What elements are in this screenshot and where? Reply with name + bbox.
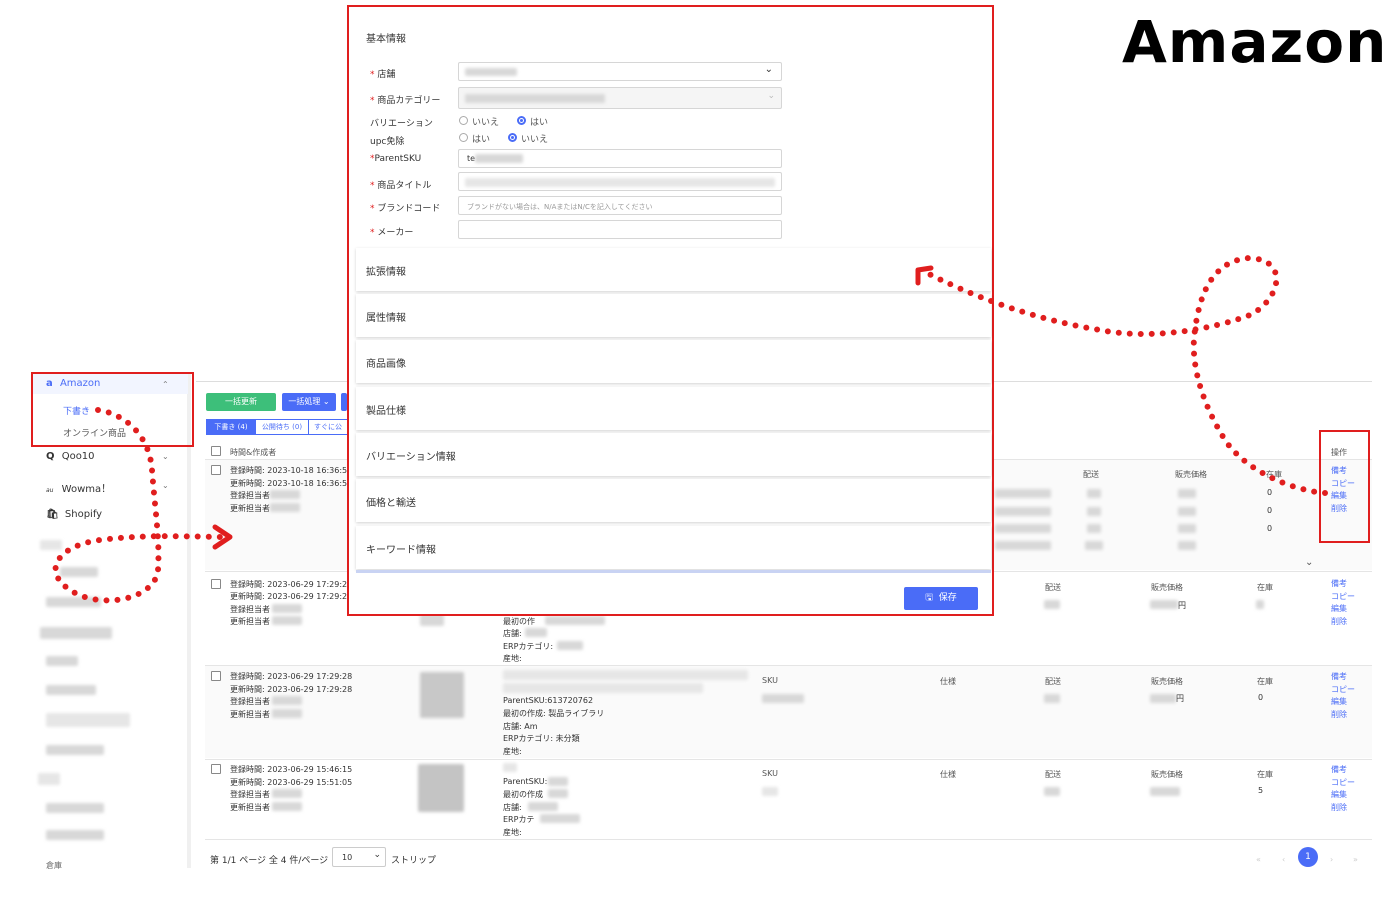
right-dotted-arrow xyxy=(922,254,1328,496)
annotation-arrows xyxy=(52,254,1328,604)
left-dotted-arrow xyxy=(52,407,223,604)
left-arrow-head xyxy=(212,524,233,550)
